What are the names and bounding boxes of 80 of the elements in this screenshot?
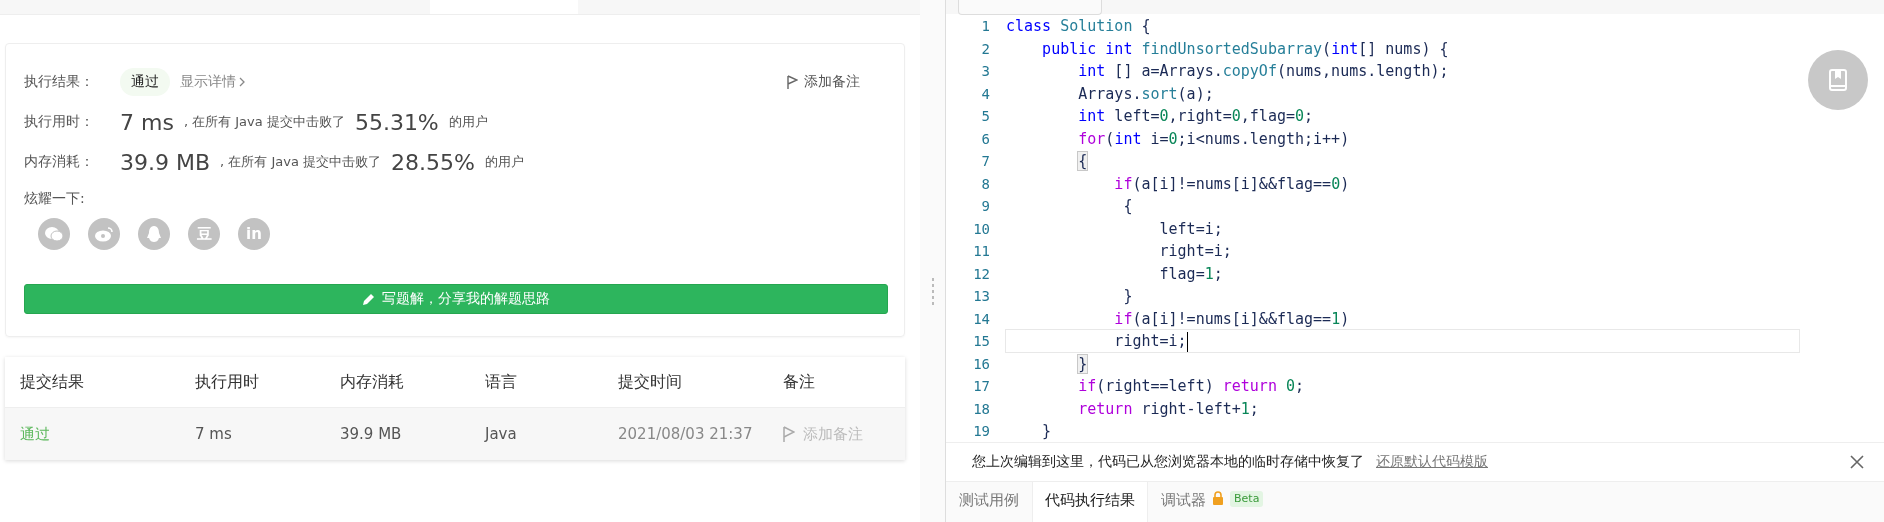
column-header: 备注: [783, 371, 816, 393]
line-number: 18: [972, 400, 991, 417]
code-line: if(a[i]!=nums[i]&&flag==1): [1113, 308, 1351, 330]
line-number: 5: [980, 108, 991, 125]
code-line: if(right==left) return 0;: [1077, 376, 1306, 398]
code-line: flag=1;: [1158, 263, 1224, 285]
line-number: 13: [972, 288, 991, 305]
line-number: 2: [980, 40, 991, 57]
stat-percent: 28.55%: [391, 149, 475, 175]
pencil-icon: [362, 292, 376, 306]
line-number: 4: [980, 85, 991, 102]
book-button[interactable]: [1808, 50, 1868, 110]
table-cell-text: Java: [485, 425, 518, 443]
line-number: 11: [972, 243, 991, 260]
code-line: }: [1122, 286, 1134, 308]
column-header: 执行用时: [195, 371, 260, 393]
lock-icon: [1212, 491, 1224, 505]
line-number: 16: [972, 355, 991, 372]
code-line: if(a[i]!=nums[i]&&flag==0): [1113, 173, 1351, 195]
share-label: 炫耀一下:: [24, 190, 86, 208]
column-header: 语言: [485, 371, 518, 393]
tab[interactable]: 代码执行结果: [1032, 482, 1148, 522]
line-number: 19: [972, 423, 991, 440]
stat-value: 7 ms: [120, 109, 174, 135]
eye-icon[interactable]: [88, 218, 120, 250]
table-cell-text: 2021/08/03 21:37: [618, 425, 754, 443]
beta-badge: Beta: [1230, 491, 1264, 507]
code-line: Arrays.sort(a);: [1077, 83, 1215, 105]
code-line: }: [1041, 421, 1053, 443]
stat-value: 39.9 MB: [120, 149, 211, 175]
details-link[interactable]: 显示详情: [180, 73, 245, 91]
close-icon[interactable]: [1850, 455, 1864, 469]
stat-percent: 55.31%: [354, 109, 439, 135]
code-line: {: [1122, 196, 1134, 218]
penguin-icon[interactable]: [138, 218, 170, 250]
status-link[interactable]: 通过: [20, 424, 195, 444]
column-header: 内存消耗: [340, 371, 405, 393]
code-line: int [] a=Arrays.copyOf(nums,nums.length);: [1077, 61, 1450, 83]
tab[interactable]: 调试器 Beta: [1148, 482, 1277, 522]
chevron-icon: [239, 77, 245, 87]
stat-label: 执行用时：: [24, 113, 95, 131]
stat-text: , 在所有 Java 提交中击败了: [220, 153, 382, 171]
restore-link[interactable]: 还原默认代码模版: [1376, 453, 1488, 471]
code-line: for(int i=0;i<nums.length;i++): [1077, 128, 1351, 150]
stat-label: 内存消耗：: [24, 153, 95, 171]
stat-suffix: 的用户: [484, 153, 524, 171]
code-line: class Solution {: [1005, 16, 1152, 38]
line-number: 15: [972, 333, 991, 350]
code-line: left=i;: [1158, 218, 1224, 240]
column-header: 提交结果: [20, 371, 85, 393]
line-number: 6: [980, 130, 991, 147]
line-number: 10: [972, 220, 991, 237]
line-number: 14: [972, 310, 991, 327]
line-number: 12: [972, 265, 991, 282]
line-number: 1: [980, 18, 991, 35]
line-number: 8: [980, 175, 991, 192]
code-line: return right-left+1;: [1077, 398, 1260, 420]
line-number: 17: [972, 378, 991, 395]
column-header: 提交时间: [618, 371, 683, 393]
line-number: 9: [980, 198, 991, 215]
flag-icon: [783, 425, 795, 443]
flag-icon: [787, 74, 798, 90]
chat-bubbles-icon[interactable]: [38, 218, 70, 250]
stat-text: , 在所有 Java 提交中击败了: [183, 113, 345, 131]
table-cell-text: 7 ms: [195, 425, 233, 443]
line-number: 7: [980, 153, 991, 170]
code-line: int left=0,right=0,flag=0;: [1077, 106, 1315, 128]
tab[interactable]: 测试用例: [946, 482, 1032, 522]
book-icon: [1828, 69, 1848, 91]
status-badge: 通过: [120, 68, 170, 96]
code-line: public int findUnsortedSubarray(int[] nums) {: [1041, 38, 1450, 60]
table-cell-text: 39.9 MB: [340, 425, 403, 443]
toolbar-button[interactable]: [958, 0, 1102, 15]
code-line: right=i;: [1158, 241, 1233, 263]
result-label: 执行结果：: [24, 73, 95, 91]
write-solution-button[interactable]: 写题解，分享我的解题思路: [24, 284, 888, 314]
line-number: 3: [980, 63, 991, 80]
add-note-button[interactable]: 添加备注: [787, 73, 860, 91]
notice-text: 您上次编辑到这里，代码已从您浏览器本地的临时存储中恢复了: [972, 453, 1364, 471]
stat-suffix: 的用户: [448, 113, 488, 131]
